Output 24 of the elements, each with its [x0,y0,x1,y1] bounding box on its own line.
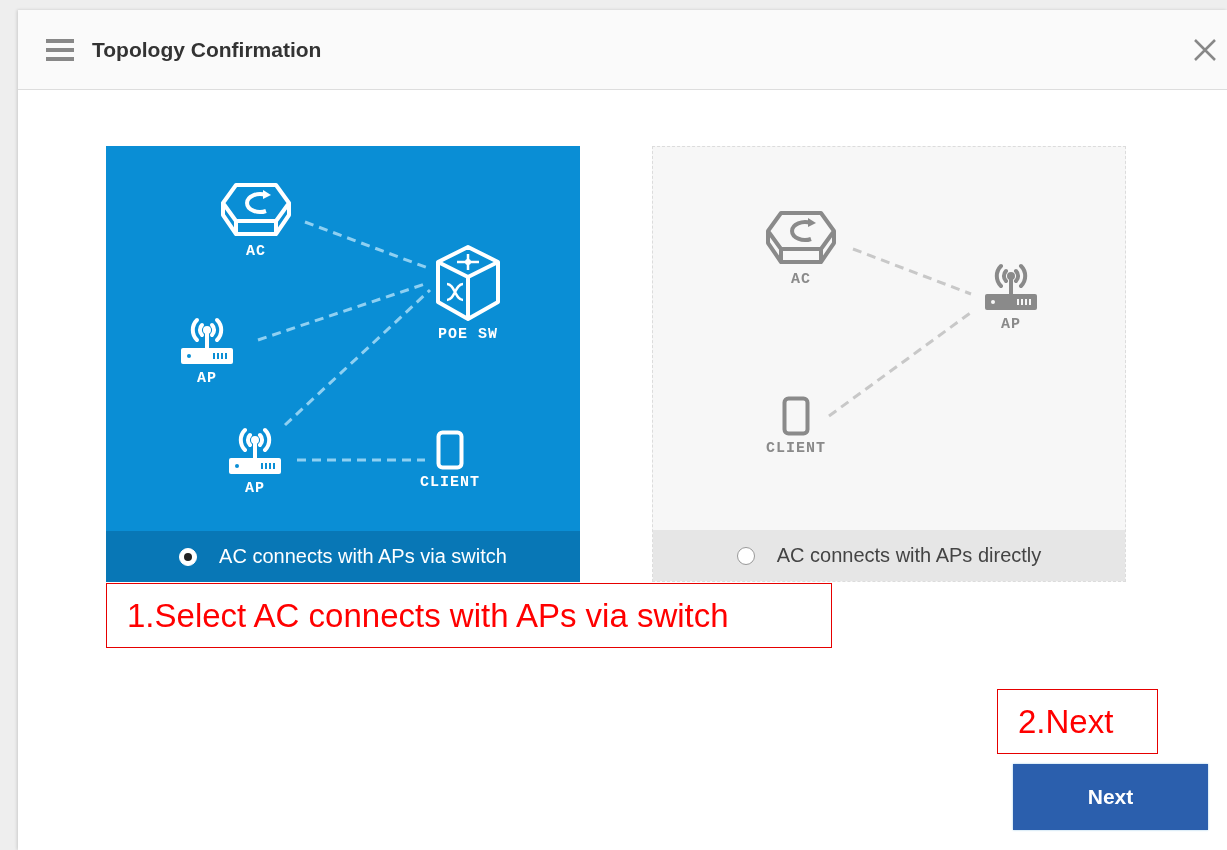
phone-icon [782,396,810,436]
switch-cube-icon [435,244,501,322]
close-icon[interactable] [1193,37,1217,62]
annotation-callout: 2.Next [997,689,1158,754]
node-label: AP [1001,316,1021,333]
option-label: AC connects with APs directly [776,544,1042,567]
node-label: AP [197,370,217,387]
node-label: AP [245,480,265,497]
next-button[interactable]: Next [1013,764,1208,830]
node-label: POE SW [438,326,498,343]
annotation-callout: 1.Select AC connects with APs via switch [106,583,832,648]
topology-option-card[interactable]: AC AP CLIENT AC connects with APs directly [652,146,1126,582]
radio-button[interactable] [736,546,755,565]
hexagon-controller-icon [220,181,292,239]
node-label: CLIENT [420,474,480,491]
hexagon-controller-icon [765,209,837,267]
phone-icon [436,430,464,470]
node-label: AC [246,243,266,260]
dialog-title: Topology Confirmation [92,37,323,62]
node-label: AC [791,271,811,288]
node-label: CLIENT [766,440,826,457]
option-label: AC connects with APs via switch [219,545,507,568]
topology-option-card[interactable]: AC POE SW AP AP CLIENT AC connects with APs via switch [106,146,580,582]
menu-icon[interactable] [46,38,74,61]
